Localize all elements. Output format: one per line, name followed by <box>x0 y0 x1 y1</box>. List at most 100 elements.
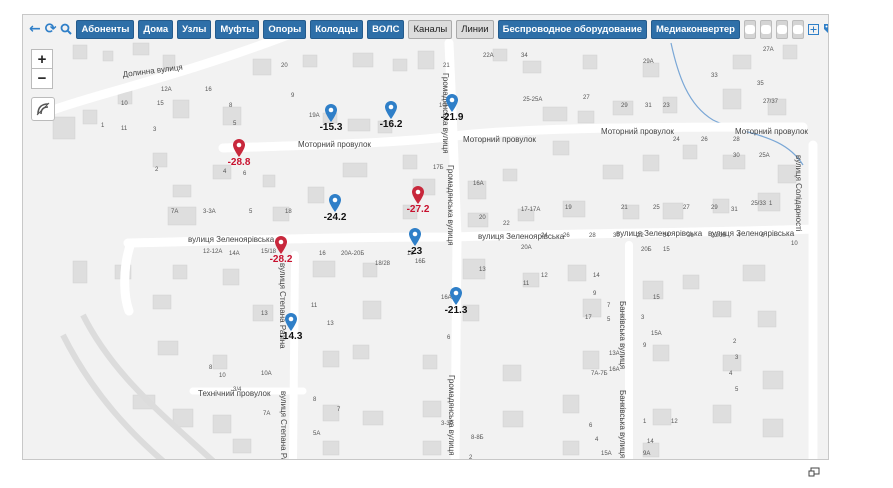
house-number: 16А <box>609 367 620 373</box>
house-number: 11 <box>523 281 530 287</box>
plus-square-icon[interactable] <box>807 21 819 37</box>
wells-button[interactable]: Колодцы <box>310 19 364 39</box>
house-number: 25/33 <box>751 201 767 207</box>
house-number: 21 <box>443 63 450 69</box>
house-number: 30 <box>613 233 620 239</box>
resize-handle-icon[interactable] <box>808 462 820 477</box>
house-number: 27 <box>683 205 690 211</box>
signal-marker[interactable]: -27.2 <box>394 185 442 215</box>
tag-icon[interactable] <box>823 21 828 37</box>
signal-marker[interactable]: -23 <box>391 227 439 257</box>
map-pin-icon <box>450 287 462 305</box>
signal-value: -21.9 <box>440 112 464 123</box>
house-number: 23/36 <box>711 233 727 239</box>
house-number: 10 <box>121 101 128 107</box>
channels-toggle[interactable]: Каналы <box>408 19 453 39</box>
house-number: 30 <box>733 153 740 159</box>
house-number: 16А <box>473 181 484 187</box>
house-number: 24 <box>673 137 680 143</box>
house-number: 27 <box>583 95 590 101</box>
zoom-out-button[interactable]: − <box>31 68 53 89</box>
street-label: вулиця Степана Разіна <box>279 391 288 460</box>
hexagon-icon <box>744 24 755 34</box>
nodes-button[interactable]: Узлы <box>177 19 212 39</box>
map-pin-icon <box>409 228 421 246</box>
house-number: 15 <box>653 295 660 301</box>
fiber-lines-button[interactable]: ВОЛС <box>367 19 405 39</box>
house-number: 26 <box>563 233 570 239</box>
signal-marker[interactable]: -16.2 <box>367 100 415 130</box>
street-label: Моторний провулок <box>601 127 674 136</box>
signal-marker[interactable]: -28.2 <box>257 235 305 265</box>
back-arrow-icon[interactable]: ← <box>29 21 41 37</box>
signal-marker[interactable]: -28.8 <box>215 138 263 168</box>
house-number: 8-8Б <box>471 435 484 441</box>
house-number: 23 <box>663 103 670 109</box>
signal-value: -14.3 <box>279 331 303 342</box>
street-label: Банківська вулиця <box>618 301 627 369</box>
house-number: 15А <box>601 451 612 457</box>
map-pin-icon <box>412 186 424 204</box>
house-number: 24 <box>541 233 548 239</box>
map-frame: Долинна вулиця Моторний провулок Моторни… <box>22 14 829 460</box>
map-pin-icon <box>275 236 287 254</box>
toolbar: ← ⟳ Абоненты Дома Узлы Муфты Опоры Колод… <box>23 15 828 43</box>
house-number: 33 <box>711 73 718 79</box>
house-number: 10 <box>791 241 798 247</box>
house-number: 3/4 <box>233 387 242 393</box>
street-label: Моторний провулок <box>298 140 371 149</box>
house-number: 29 <box>621 103 628 109</box>
house-number: 18 <box>285 209 292 215</box>
couplings-button[interactable]: Муфты <box>215 19 260 39</box>
house-number: 12-12А <box>203 249 222 255</box>
layer-toggle-1[interactable] <box>743 19 756 39</box>
houses-button[interactable]: Дома <box>138 19 174 39</box>
subscribers-button[interactable]: Абоненты <box>76 19 135 39</box>
street-label: Банківська вулиця <box>618 390 627 458</box>
signal-marker[interactable]: -21.3 <box>432 286 480 316</box>
street-label: вулиця Зеленоярівська <box>478 232 565 241</box>
street-label: Моторний провулок <box>735 127 808 136</box>
house-number: 25-25А <box>523 97 542 103</box>
layer-toggle-2[interactable] <box>759 19 772 39</box>
house-number: 9А <box>643 451 650 457</box>
house-number: 28 <box>733 137 740 143</box>
map-pin-icon <box>285 313 297 331</box>
signal-marker[interactable]: -21.9 <box>428 93 476 123</box>
house-number: 14 <box>647 439 654 445</box>
house-number: 28 <box>589 233 596 239</box>
signal-value: -21.3 <box>444 305 468 316</box>
house-number: 14 <box>593 273 600 279</box>
search-icon[interactable] <box>60 21 73 37</box>
house-number: 31 <box>645 103 652 109</box>
house-number: 20 <box>281 63 288 69</box>
zoom-in-button[interactable]: + <box>31 49 53 70</box>
wireless-equipment-button[interactable]: Беспроводное оборудование <box>497 19 648 39</box>
poles-button[interactable]: Опоры <box>263 19 307 39</box>
signal-marker[interactable]: -14.3 <box>267 312 315 342</box>
signal-value: -28.2 <box>269 254 293 265</box>
house-number: 16Б <box>415 259 426 265</box>
house-number: 10А <box>261 371 272 377</box>
signal-value: -23 <box>407 246 423 257</box>
media-converter-button[interactable]: Медиаконвертер <box>651 19 740 39</box>
refresh-icon[interactable]: ⟳ <box>45 21 57 37</box>
cloud-icon <box>792 24 803 34</box>
signal-marker[interactable]: -15.3 <box>307 103 355 133</box>
house-number: 34 <box>521 53 528 59</box>
lines-toggle[interactable]: Линии <box>456 19 494 39</box>
house-number: 27А <box>763 47 774 53</box>
map-pin-icon <box>385 101 397 119</box>
house-number: 3-3А <box>441 421 454 427</box>
street-label: Моторний провулок <box>463 135 536 144</box>
layer-toggle-4[interactable] <box>791 19 804 39</box>
house-number: 29А <box>643 59 654 65</box>
layer-toggle-3[interactable] <box>775 19 788 39</box>
signal-marker[interactable]: -24.2 <box>311 193 359 223</box>
measure-tool-button[interactable] <box>31 97 55 121</box>
house-number: 7А-7Б <box>591 371 608 377</box>
signal-value: -27.2 <box>406 204 430 215</box>
house-number: 3-3А <box>203 209 216 215</box>
measure-icon <box>36 102 50 116</box>
house-number: 22 <box>503 221 510 227</box>
